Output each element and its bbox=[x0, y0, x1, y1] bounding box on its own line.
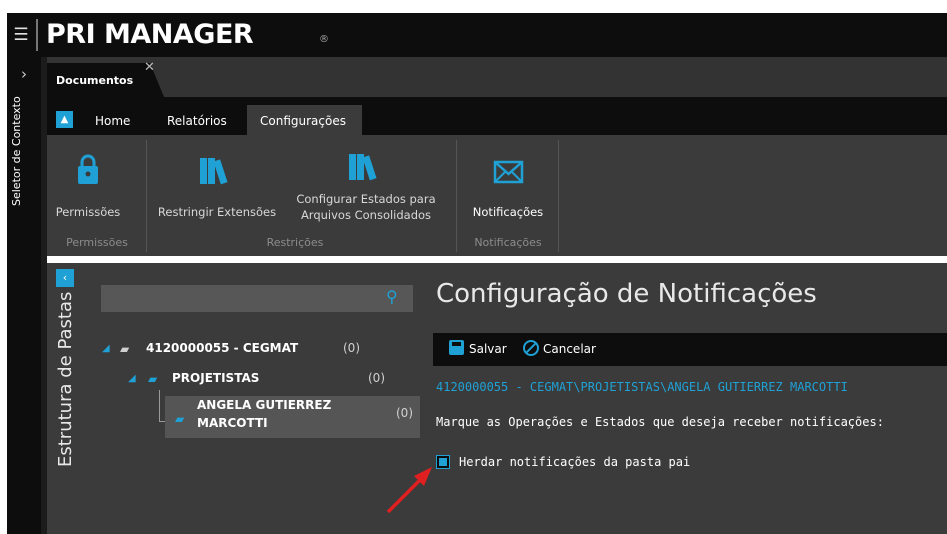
tree-node-count: (0) bbox=[396, 406, 413, 420]
configurar-estados-label-2[interactable]: Arquivos Consolidados bbox=[286, 208, 446, 223]
list-icon[interactable]: ☰ bbox=[7, 13, 35, 57]
document-tab-strip bbox=[47, 57, 947, 97]
tree-node-count: (0) bbox=[343, 341, 360, 355]
group-notificacoes-label: Notificações bbox=[474, 236, 542, 249]
folder-icon: ▰ bbox=[120, 342, 130, 356]
ribbon-tab-home[interactable]: Home bbox=[95, 111, 130, 131]
inherit-notifications-label[interactable]: Herdar notificações da pasta pai bbox=[459, 455, 690, 469]
ribbon-tab-configuracoes[interactable]: Configurações bbox=[260, 111, 346, 131]
group-restricoes-label: Restrições bbox=[266, 236, 324, 249]
chevron-up-icon[interactable]: ▲ bbox=[56, 111, 73, 128]
group-permissoes-label: Permissões bbox=[66, 236, 128, 249]
notificacoes-button[interactable] bbox=[478, 152, 538, 192]
ribbon-group-divider bbox=[146, 140, 147, 252]
ribbon-group-divider bbox=[558, 140, 559, 252]
expand-triangle-icon[interactable]: ◢ bbox=[102, 343, 110, 354]
context-selector-label[interactable]: Seletor de Contexto bbox=[10, 96, 36, 256]
header-divider bbox=[36, 19, 38, 51]
configurar-estados-label-1[interactable]: Configurar Estados para bbox=[286, 192, 446, 207]
books-icon bbox=[349, 154, 377, 181]
expand-triangle-icon[interactable]: ◢ bbox=[128, 373, 136, 384]
annotation-arrow-icon bbox=[386, 467, 432, 514]
tree-node-label[interactable]: 4120000055 - CEGMAT bbox=[146, 341, 298, 355]
action-toolbar bbox=[433, 333, 947, 366]
permissoes-button[interactable] bbox=[58, 152, 118, 200]
folder-search-input[interactable] bbox=[101, 285, 413, 312]
search-icon[interactable]: ⚲ bbox=[386, 287, 398, 306]
books-icon bbox=[200, 158, 228, 185]
tree-node-count: (0) bbox=[368, 371, 385, 385]
save-button[interactable]: Salvar bbox=[469, 342, 507, 356]
envelope-icon bbox=[493, 160, 524, 184]
save-icon[interactable] bbox=[449, 340, 464, 355]
page-title: Configuração de Notificações bbox=[436, 279, 817, 309]
lock-icon bbox=[78, 154, 98, 184]
tree-connector bbox=[159, 390, 160, 422]
folder-open-icon: ▰ bbox=[175, 412, 185, 426]
folder-icon: ▰ bbox=[148, 372, 158, 386]
tree-node-label[interactable]: PROJETISTAS bbox=[172, 371, 259, 385]
ribbon-tab-relatorios[interactable]: Relatórios bbox=[167, 111, 227, 131]
breadcrumb: 4120000055 - CEGMAT\PROJETISTAS\ANGELA G… bbox=[436, 380, 848, 394]
ribbon-group-divider bbox=[456, 140, 457, 252]
chevron-right-icon[interactable]: › bbox=[7, 62, 41, 86]
restringir-extensoes-button[interactable] bbox=[183, 152, 243, 192]
instructions-text: Marque as Operações e Estados que deseja… bbox=[436, 415, 884, 429]
cancel-icon[interactable] bbox=[523, 340, 539, 356]
tab-documentos-label[interactable]: Documentos bbox=[56, 63, 133, 97]
tree-node-label-line2[interactable]: MARCOTTI bbox=[197, 416, 268, 430]
restringir-extensoes-label[interactable]: Restringir Extensões bbox=[152, 205, 282, 220]
close-icon[interactable]: ✕ bbox=[144, 60, 155, 75]
notificacoes-button-label[interactable]: Notificações bbox=[462, 205, 554, 220]
permissoes-button-label[interactable]: Permissões bbox=[52, 205, 124, 220]
tree-node-label-line1[interactable]: ANGELA GUTIERREZ bbox=[197, 398, 331, 412]
folder-structure-label: Estrutura de Pastas bbox=[55, 292, 76, 468]
configurar-estados-button[interactable] bbox=[332, 150, 392, 190]
app-logo: PRI MANAGER bbox=[46, 19, 254, 50]
chevron-left-icon[interactable]: ‹ bbox=[56, 269, 74, 287]
registered-mark: ® bbox=[319, 34, 329, 45]
cancel-button[interactable]: Cancelar bbox=[543, 342, 596, 356]
